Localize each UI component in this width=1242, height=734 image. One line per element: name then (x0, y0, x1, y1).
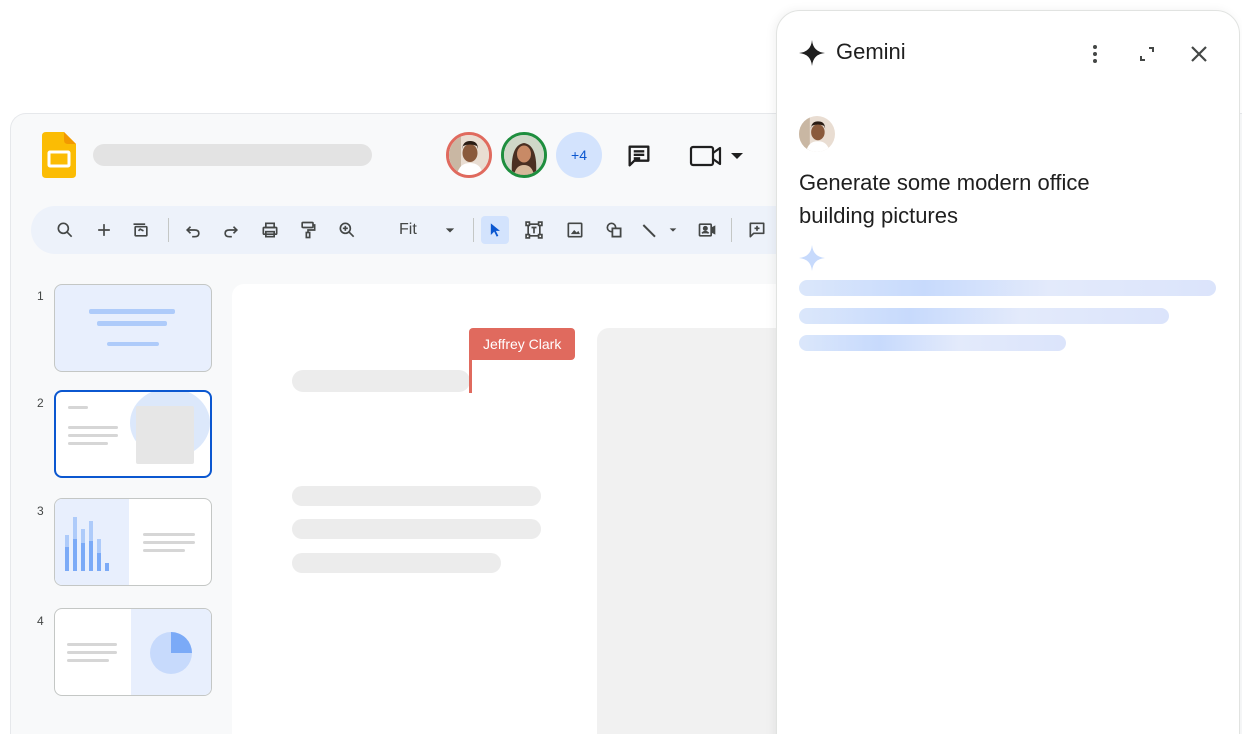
slide-number: 2 (37, 396, 44, 410)
thumb-line (68, 406, 88, 409)
zoom-icon[interactable] (333, 216, 361, 244)
shape-icon[interactable] (600, 216, 628, 244)
thumb-pie-chart (150, 632, 192, 674)
response-loading-line (799, 335, 1066, 351)
collaborator-avatar-2[interactable] (501, 132, 547, 178)
slide-thumbnail-1[interactable] (54, 284, 212, 372)
thumb-line (67, 659, 109, 662)
toolbar-divider (473, 218, 474, 242)
thumb-line (97, 321, 167, 326)
thumb-line (68, 426, 118, 429)
meet-video-button[interactable] (687, 138, 753, 174)
title-placeholder[interactable] (292, 370, 470, 392)
slide-thumbnail-3[interactable] (54, 498, 212, 586)
video-icon[interactable] (693, 216, 721, 244)
undo-icon[interactable] (179, 216, 207, 244)
comment-history-icon[interactable] (621, 138, 657, 174)
zoom-value[interactable]: Fit (399, 221, 417, 239)
thumb-line (67, 651, 117, 654)
text-box-icon[interactable] (520, 216, 548, 244)
collaborator-avatar-1[interactable] (446, 132, 492, 178)
thumb-line (89, 309, 175, 314)
gemini-spark-icon (799, 40, 825, 66)
thumb-line (68, 434, 118, 437)
document-title-placeholder[interactable] (93, 144, 372, 166)
slide-number: 3 (37, 504, 44, 518)
slide-thumbnail-2[interactable] (54, 390, 212, 478)
slide-number: 1 (37, 289, 44, 303)
redo-icon[interactable] (217, 216, 245, 244)
thumb-line (68, 442, 108, 445)
select-cursor-icon[interactable] (481, 216, 509, 244)
new-slide-icon[interactable] (127, 216, 155, 244)
response-loading-line (799, 280, 1216, 296)
collaborator-cursor-label: Jeffrey Clark (469, 328, 576, 360)
add-icon[interactable] (90, 216, 118, 244)
body-line-placeholder[interactable] (292, 553, 501, 573)
thumb-line (143, 549, 185, 552)
thumb-line (107, 342, 159, 346)
user-prompt: Generate some modern office building pic… (799, 170, 1090, 228)
close-icon[interactable] (1181, 36, 1217, 72)
gemini-title: Gemini (836, 39, 906, 64)
slide-thumbnail-4[interactable] (54, 608, 212, 696)
line-dropdown-icon[interactable] (659, 216, 687, 244)
body-line-placeholder[interactable] (292, 486, 541, 506)
image-icon[interactable] (561, 216, 589, 244)
thumb-line (143, 541, 195, 544)
response-loading-line (799, 308, 1169, 324)
body-line-placeholder[interactable] (292, 519, 541, 539)
gemini-panel: Gemini Generate some modern office build… (776, 10, 1240, 734)
thumb-image-placeholder (136, 406, 194, 464)
gemini-loading-spark-icon (799, 245, 825, 271)
more-options-icon[interactable] (1077, 36, 1113, 72)
collaborator-cursor (469, 360, 472, 393)
print-icon[interactable] (256, 216, 284, 244)
slides-logo-icon[interactable] (42, 132, 76, 178)
comment-add-icon[interactable] (743, 216, 771, 244)
thumb-line (67, 643, 117, 646)
search-icon[interactable] (51, 216, 79, 244)
thumb-bar-chart (65, 517, 109, 571)
slide-number: 4 (37, 614, 44, 628)
more-collaborators-badge[interactable]: +4 (556, 132, 602, 178)
zoom-dropdown-icon[interactable] (436, 216, 464, 244)
expand-icon[interactable] (1129, 36, 1165, 72)
toolbar-divider (731, 218, 732, 242)
thumb-line (143, 533, 195, 536)
toolbar-divider (168, 218, 169, 242)
user-avatar (799, 116, 835, 152)
paint-format-icon[interactable] (294, 216, 322, 244)
